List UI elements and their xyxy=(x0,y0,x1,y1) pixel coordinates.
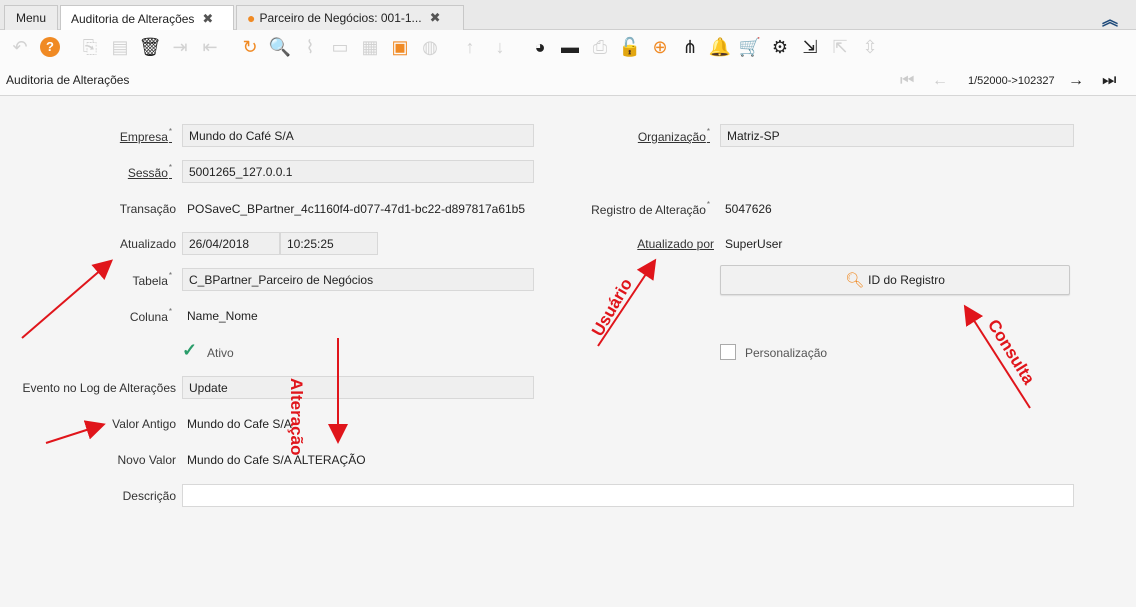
descricao-field[interactable] xyxy=(182,484,1074,507)
id-registro-button[interactable]: 🔍︎ ID do Registro xyxy=(720,265,1070,295)
save-new-icon[interactable]: ⇤ xyxy=(198,35,222,59)
save-icon[interactable]: ⇥ xyxy=(168,35,192,59)
ativo-checkbox[interactable]: ✓ xyxy=(182,340,200,362)
transacao-value: POSaveC_BPartner_4c1160f4-d077-47d1-bc22… xyxy=(187,202,526,216)
tabela-field[interactable]: C_BPartner_Parceiro de Negócios xyxy=(182,268,534,291)
novo-valor-value: Mundo do Cafe S/A ALTERAÇÃO xyxy=(187,453,366,467)
exit-icon[interactable]: ⇲ xyxy=(798,35,822,59)
print-icon[interactable]: ⎙ xyxy=(588,35,612,59)
last-record-icon[interactable]: ⏭ xyxy=(1102,72,1116,90)
novo-valor-label: Novo Valor xyxy=(117,453,176,467)
workflow-icon[interactable]: ⋔ xyxy=(678,35,702,59)
tab-parceiro[interactable]: ● Parceiro de Negócios: 001-1... ✖ xyxy=(236,5,464,30)
prev-record-icon[interactable]: ← xyxy=(932,72,948,90)
coluna-value: Name_Nome xyxy=(187,309,258,323)
id-registro-label: ID do Registro xyxy=(868,273,945,287)
search-icon: 🔍︎ xyxy=(845,272,865,289)
tab-menu-label: Menu xyxy=(15,11,47,25)
registro-label: Registro de Alteração* xyxy=(591,200,710,217)
next-record-icon[interactable]: → xyxy=(1068,72,1084,90)
export-icon[interactable]: ⇳ xyxy=(858,35,882,59)
empresa-field[interactable]: Mundo do Café S/A xyxy=(182,124,534,147)
form-panel: Empresa* Mundo do Café S/A Sessão* 50012… xyxy=(0,96,1136,607)
window-header: Auditoria de Alterações ⏮ ← 1/52000->102… xyxy=(0,64,1136,96)
collapse-icon[interactable]: ︽ xyxy=(1102,6,1118,30)
tabela-label: Tabela* xyxy=(132,271,173,288)
evento-label: Evento no Log de Alterações xyxy=(22,381,176,395)
user-icon: ● xyxy=(247,10,256,26)
tab-parceiro-label: Parceiro de Negócios: 001-1... xyxy=(259,11,422,25)
zoom-in-icon[interactable]: ⊕ xyxy=(648,35,672,59)
coluna-label: Coluna* xyxy=(129,307,172,324)
undo-icon[interactable]: ↶ xyxy=(8,35,32,59)
atualizado-label: Atualizado xyxy=(119,237,176,251)
annotation-alteracao: Alteração xyxy=(287,378,306,456)
palette-icon[interactable]: ◍ xyxy=(418,35,442,59)
atualizado-time-field[interactable]: 10:25:25 xyxy=(280,232,378,255)
atualizado-por-label: Atualizado por xyxy=(637,237,714,251)
lock-icon[interactable]: 🔓 xyxy=(618,35,642,59)
registro-value: 5047626 xyxy=(725,202,772,216)
record-counter: 1/52000->102327 xyxy=(968,75,1055,87)
tab-auditoria[interactable]: Auditoria de Alterações ✖ xyxy=(60,5,234,31)
personalizacao-label: Personalização xyxy=(745,346,828,360)
evento-field[interactable]: Update xyxy=(182,376,534,399)
atualizado-por-value: SuperUser xyxy=(725,237,783,251)
archive-icon[interactable]: ▦ xyxy=(358,35,382,59)
toolbar: ↶ ? ⎘ ▤ 🗑 ⇥ ⇤ ↻ 🔍 ⌇ ▭ ▦ ▣ ◍ ↑ ↓ ◕ ▬ ⎙ 🔓 … xyxy=(0,30,1136,64)
delete-icon[interactable]: 🗑 xyxy=(138,35,162,59)
close-icon[interactable]: ✖ xyxy=(202,11,213,27)
new-icon[interactable]: ⎘ xyxy=(78,35,102,59)
chat-icon[interactable]: ▭ xyxy=(328,35,352,59)
close-icon[interactable]: ✖ xyxy=(430,10,441,26)
ativo-label: Ativo xyxy=(207,346,234,360)
gear-icon[interactable]: ⚙ xyxy=(768,35,792,59)
atualizado-date-field[interactable]: 26/04/2018 xyxy=(182,232,280,255)
tab-auditoria-label: Auditoria de Alterações xyxy=(71,11,195,26)
empresa-label: Empresa* xyxy=(119,127,172,144)
transacao-label: Transação xyxy=(119,202,176,216)
first-record-icon[interactable]: ⏮ xyxy=(900,72,914,90)
tab-menu[interactable]: Menu xyxy=(4,5,58,30)
report-icon[interactable]: ▣ xyxy=(388,35,412,59)
descricao-label: Descrição xyxy=(122,489,176,503)
valor-antigo-label: Valor Antigo xyxy=(112,417,176,431)
cart-icon[interactable]: 🛒 xyxy=(738,35,762,59)
bell-icon[interactable]: 🔔 xyxy=(708,35,732,59)
personalizacao-checkbox[interactable] xyxy=(720,344,736,360)
valor-antigo-value: Mundo do Cafe S/A xyxy=(187,417,292,431)
import-icon[interactable]: ⇱ xyxy=(828,35,852,59)
organizacao-label: Organização* xyxy=(637,127,710,144)
inbox-icon[interactable]: ▬ xyxy=(558,35,582,59)
help-icon[interactable]: ? xyxy=(38,35,62,59)
attachment-icon[interactable]: ⌇ xyxy=(298,35,322,59)
refresh-icon[interactable]: ↻ xyxy=(238,35,262,59)
find-icon[interactable]: 🔍 xyxy=(268,35,292,59)
arrow-up-icon[interactable]: ↑ xyxy=(458,35,482,59)
sessao-field[interactable]: 5001265_127.0.0.1 xyxy=(182,160,534,183)
checkmark-icon: ✓ xyxy=(182,340,198,360)
copy-icon[interactable]: ▤ xyxy=(108,35,132,59)
chart-icon[interactable]: ◕ xyxy=(528,35,552,59)
organizacao-field[interactable]: Matriz-SP xyxy=(720,124,1074,147)
arrow-down-icon[interactable]: ↓ xyxy=(488,35,512,59)
page-title: Auditoria de Alterações xyxy=(6,73,130,87)
tab-bar: Menu Auditoria de Alterações ✖ ● Parceir… xyxy=(0,0,1136,31)
sessao-label: Sessão* xyxy=(127,163,172,180)
